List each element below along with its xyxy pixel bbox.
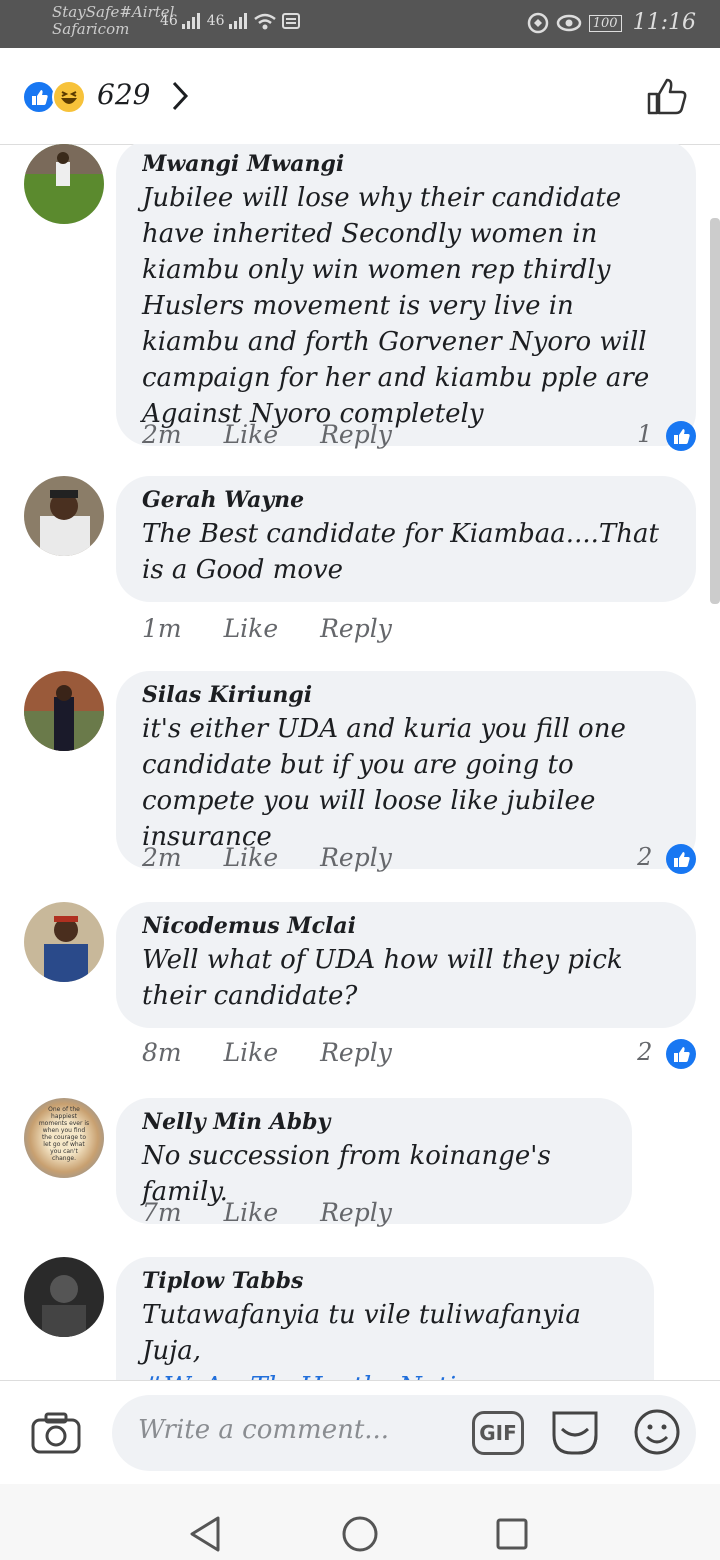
comment-time: 1m [142, 614, 182, 643]
commenter-name[interactable]: Gerah Wayne [142, 484, 672, 516]
clock: 11:16 [632, 10, 696, 35]
eye-icon [556, 14, 582, 32]
comment-like-count[interactable]: 2 [637, 1038, 696, 1069]
emoji-icon[interactable] [632, 1407, 682, 1457]
reaction-count[interactable]: 629 [97, 78, 150, 111]
message-icon [281, 13, 300, 29]
like-count: 2 [637, 1038, 653, 1066]
like-badge-icon [666, 1038, 696, 1069]
reply-button[interactable]: Reply [320, 1198, 392, 1227]
comment-placeholder: Write a comment... [138, 1415, 390, 1445]
home-icon[interactable] [340, 1514, 380, 1554]
recents-icon[interactable] [492, 1514, 532, 1554]
comment-text-body: Tutawafanyia tu vile tuliwafanyia Juja, [142, 1300, 581, 1366]
comments-sheet: 629 Mwangi Mwangi Jubilee will lose why … [0, 48, 720, 1560]
signal-icon [182, 13, 201, 29]
reactions-header: 629 [0, 48, 720, 145]
reply-button[interactable]: Reply [320, 420, 392, 449]
commenter-name[interactable]: Nicodemus Mclai [142, 910, 672, 942]
comment-bubble[interactable]: Nicodemus Mclai Well what of UDA how wil… [116, 902, 696, 1028]
back-icon[interactable] [186, 1514, 226, 1554]
carrier-name-2: Safaricom [52, 20, 130, 38]
commenter-name[interactable]: Mwangi Mwangi [142, 148, 672, 180]
comment-text: Tutawafanyia tu vile tuliwafanyia Juja, … [142, 1297, 630, 1380]
avatar[interactable] [24, 144, 104, 224]
comment-meta: 8m Like Reply [142, 1038, 426, 1067]
like-button[interactable]: Like [224, 843, 279, 872]
comment-like-count[interactable]: 1 [637, 420, 696, 451]
chevron-right-icon[interactable] [170, 80, 190, 112]
carrier-info: StaySafe#Airtel Safaricom [52, 4, 174, 38]
status-bar: StaySafe#Airtel Safaricom 46 46 100 11:1… [0, 0, 720, 48]
comment-bubble[interactable]: Silas Kiriungi it's either UDA and kuria… [116, 671, 696, 869]
signal-icon-2 [229, 13, 248, 29]
comment-bubble[interactable]: Gerah Wayne The Best candidate for Kiamb… [116, 476, 696, 602]
commenter-name[interactable]: Tiplow Tabbs [142, 1265, 630, 1297]
battery-icon: 100 [588, 14, 622, 32]
avatar[interactable] [24, 671, 104, 751]
comment-meta: 2m Like Reply [142, 843, 426, 872]
network-type-2: 46 [206, 13, 225, 29]
network-type: 46 [160, 13, 178, 29]
carrier-name-1: StaySafe#Airtel [52, 3, 175, 21]
status-right: 100 11:16 [527, 10, 696, 35]
avatar[interactable]: One of the happiest moments ever is when… [24, 1098, 104, 1178]
reply-button[interactable]: Reply [320, 1038, 392, 1067]
comment-text: it's either UDA and kuria you fill one c… [142, 714, 626, 852]
avatar-quote: One of the happiest moments ever is when… [38, 1106, 90, 1162]
like-button[interactable]: Like [224, 1038, 279, 1067]
reply-button[interactable]: Reply [320, 843, 392, 872]
data-saver-icon [527, 12, 549, 34]
comment-time: 7m [142, 1198, 182, 1227]
gif-button[interactable]: GIF [472, 1411, 524, 1455]
comment-text: Jubilee will lose why their candidate ha… [142, 183, 650, 429]
like-button[interactable]: Like [224, 1198, 279, 1227]
like-button[interactable]: Like [224, 420, 279, 449]
comment-composer: Write a comment... GIF [0, 1380, 720, 1485]
comment-text: Well what of UDA how will they pick thei… [142, 945, 623, 1011]
comment-meta: 7m Like Reply [142, 1198, 426, 1227]
like-badge-icon [666, 843, 696, 874]
wifi-icon [254, 13, 277, 30]
comment-input[interactable]: Write a comment... GIF [112, 1395, 696, 1471]
avatar[interactable] [24, 1257, 104, 1337]
reply-button[interactable]: Reply [320, 614, 392, 643]
like-icon[interactable] [22, 80, 56, 114]
like-count: 1 [637, 420, 653, 448]
hashtag-link[interactable]: #WeAreTheHustlerNation [142, 1372, 489, 1380]
comment-meta: 1m Like Reply [142, 614, 426, 643]
comment-time: 8m [142, 1038, 182, 1067]
like-badge-icon [666, 420, 696, 451]
haha-icon[interactable] [52, 80, 86, 114]
comment-meta: 2m Like Reply [142, 420, 426, 449]
like-button[interactable]: Like [224, 614, 279, 643]
avatar[interactable] [24, 476, 104, 556]
commenter-name[interactable]: Nelly Min Abby [142, 1106, 608, 1138]
comment-time: 2m [142, 843, 182, 872]
commenter-name[interactable]: Silas Kiriungi [142, 679, 672, 711]
like-count: 2 [637, 843, 653, 871]
signal-icons: 46 46 [160, 12, 300, 30]
comment-like-count[interactable]: 2 [637, 843, 696, 874]
comment-bubble[interactable]: Mwangi Mwangi Jubilee will lose why thei… [116, 144, 696, 446]
scrollbar[interactable] [710, 218, 720, 604]
comment-bubble[interactable]: Tiplow Tabbs Tutawafanyia tu vile tuliwa… [116, 1257, 654, 1380]
system-nav-bar [0, 1484, 720, 1560]
avatar[interactable] [24, 902, 104, 982]
sticker-icon[interactable] [550, 1407, 600, 1457]
comment-list[interactable]: Mwangi Mwangi Jubilee will lose why thei… [0, 144, 720, 1380]
comment-text: The Best candidate for Kiambaa....That i… [142, 519, 659, 585]
comment-time: 2m [142, 420, 182, 449]
like-post-icon[interactable] [646, 76, 690, 116]
camera-icon[interactable] [30, 1411, 82, 1455]
